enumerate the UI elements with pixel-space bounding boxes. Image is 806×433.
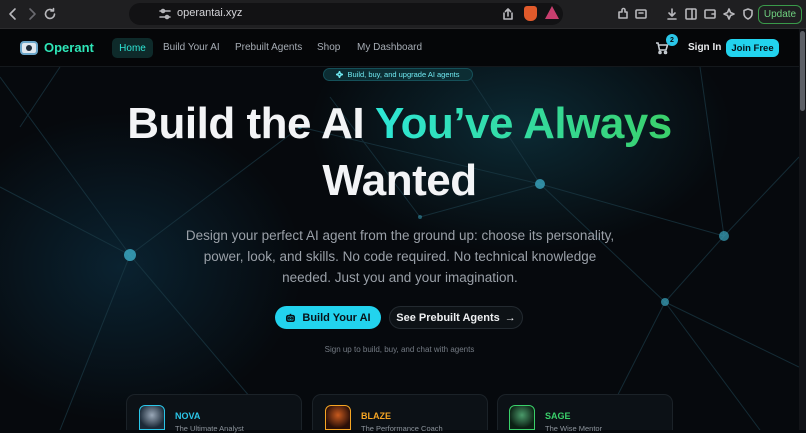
sage-avatar <box>509 405 535 430</box>
nav-link-prebuilt-agents[interactable]: Prebuilt Agents <box>235 42 302 53</box>
site-info-icon[interactable] <box>157 6 173 22</box>
hero-subtitle: Design your perfect AI agent from the gr… <box>185 228 615 285</box>
brave-rewards-icon[interactable] <box>545 6 559 19</box>
update-button[interactable]: Update <box>758 5 802 24</box>
arrow-right-icon: → <box>504 311 516 324</box>
hero-title-highlight: You’ve Always <box>375 99 672 148</box>
url-text[interactable]: operantai.xyz <box>177 7 242 19</box>
leo-ai-icon[interactable] <box>721 6 737 22</box>
nav-link-home[interactable]: Home <box>112 38 153 58</box>
signup-note: Sign up to build, buy, and chat with age… <box>324 345 475 354</box>
wallet-icon[interactable] <box>702 6 718 22</box>
robot-icon <box>286 313 296 322</box>
nav-link-build-your-ai[interactable]: Build Your AI <box>163 42 220 53</box>
hero-title-line1: Build the AI You’ve Always <box>0 96 799 152</box>
vpn-shield-icon[interactable] <box>740 6 756 22</box>
download-icon[interactable] <box>664 6 680 22</box>
reload-icon[interactable] <box>42 6 58 22</box>
hero-title-line2: Wanted <box>322 156 477 205</box>
forward-icon[interactable] <box>24 6 40 22</box>
see-prebuilt-agents-label: See Prebuilt Agents <box>396 311 500 324</box>
agent-name: SAGE <box>545 411 571 421</box>
cart-count-badge: 2 <box>666 34 678 46</box>
sparkle-icon <box>336 71 344 78</box>
nav-link-my-dashboard[interactable]: My Dashboard <box>357 42 422 53</box>
logo-text[interactable]: Operant <box>44 40 94 55</box>
build-your-ai-label: Build Your AI <box>302 311 371 324</box>
screenshot-icon[interactable] <box>633 6 649 22</box>
agent-role: The Performance Coach <box>361 424 443 433</box>
share-icon[interactable] <box>500 6 516 22</box>
agent-name: NOVA <box>175 411 201 421</box>
sidebar-icon[interactable] <box>683 6 699 22</box>
nav-link-shop[interactable]: Shop <box>317 42 340 53</box>
join-free-button[interactable]: Join Free <box>726 39 779 57</box>
see-prebuilt-agents-button[interactable]: See Prebuilt Agents → <box>389 306 523 329</box>
agent-role: The Wise Mentor <box>545 424 603 433</box>
agent-role: The Ultimate Analyst <box>175 424 244 433</box>
build-your-ai-button[interactable]: Build Your AI <box>275 306 381 329</box>
sign-in-link[interactable]: Sign In <box>688 42 721 53</box>
scrollbar-thumb[interactable] <box>800 31 805 111</box>
blaze-avatar <box>325 405 351 430</box>
brave-shields-icon[interactable] <box>524 6 537 21</box>
tagline-text: Build, buy, and upgrade AI agents <box>347 70 460 79</box>
hero-title-part1: Build the AI <box>127 99 365 148</box>
nova-avatar <box>139 405 165 430</box>
extensions-icon[interactable] <box>615 6 631 22</box>
logo-icon[interactable] <box>20 41 38 55</box>
back-icon[interactable] <box>5 6 21 22</box>
agent-name: BLAZE <box>361 411 391 421</box>
tagline-pill: Build, buy, and upgrade AI agents <box>323 68 473 81</box>
